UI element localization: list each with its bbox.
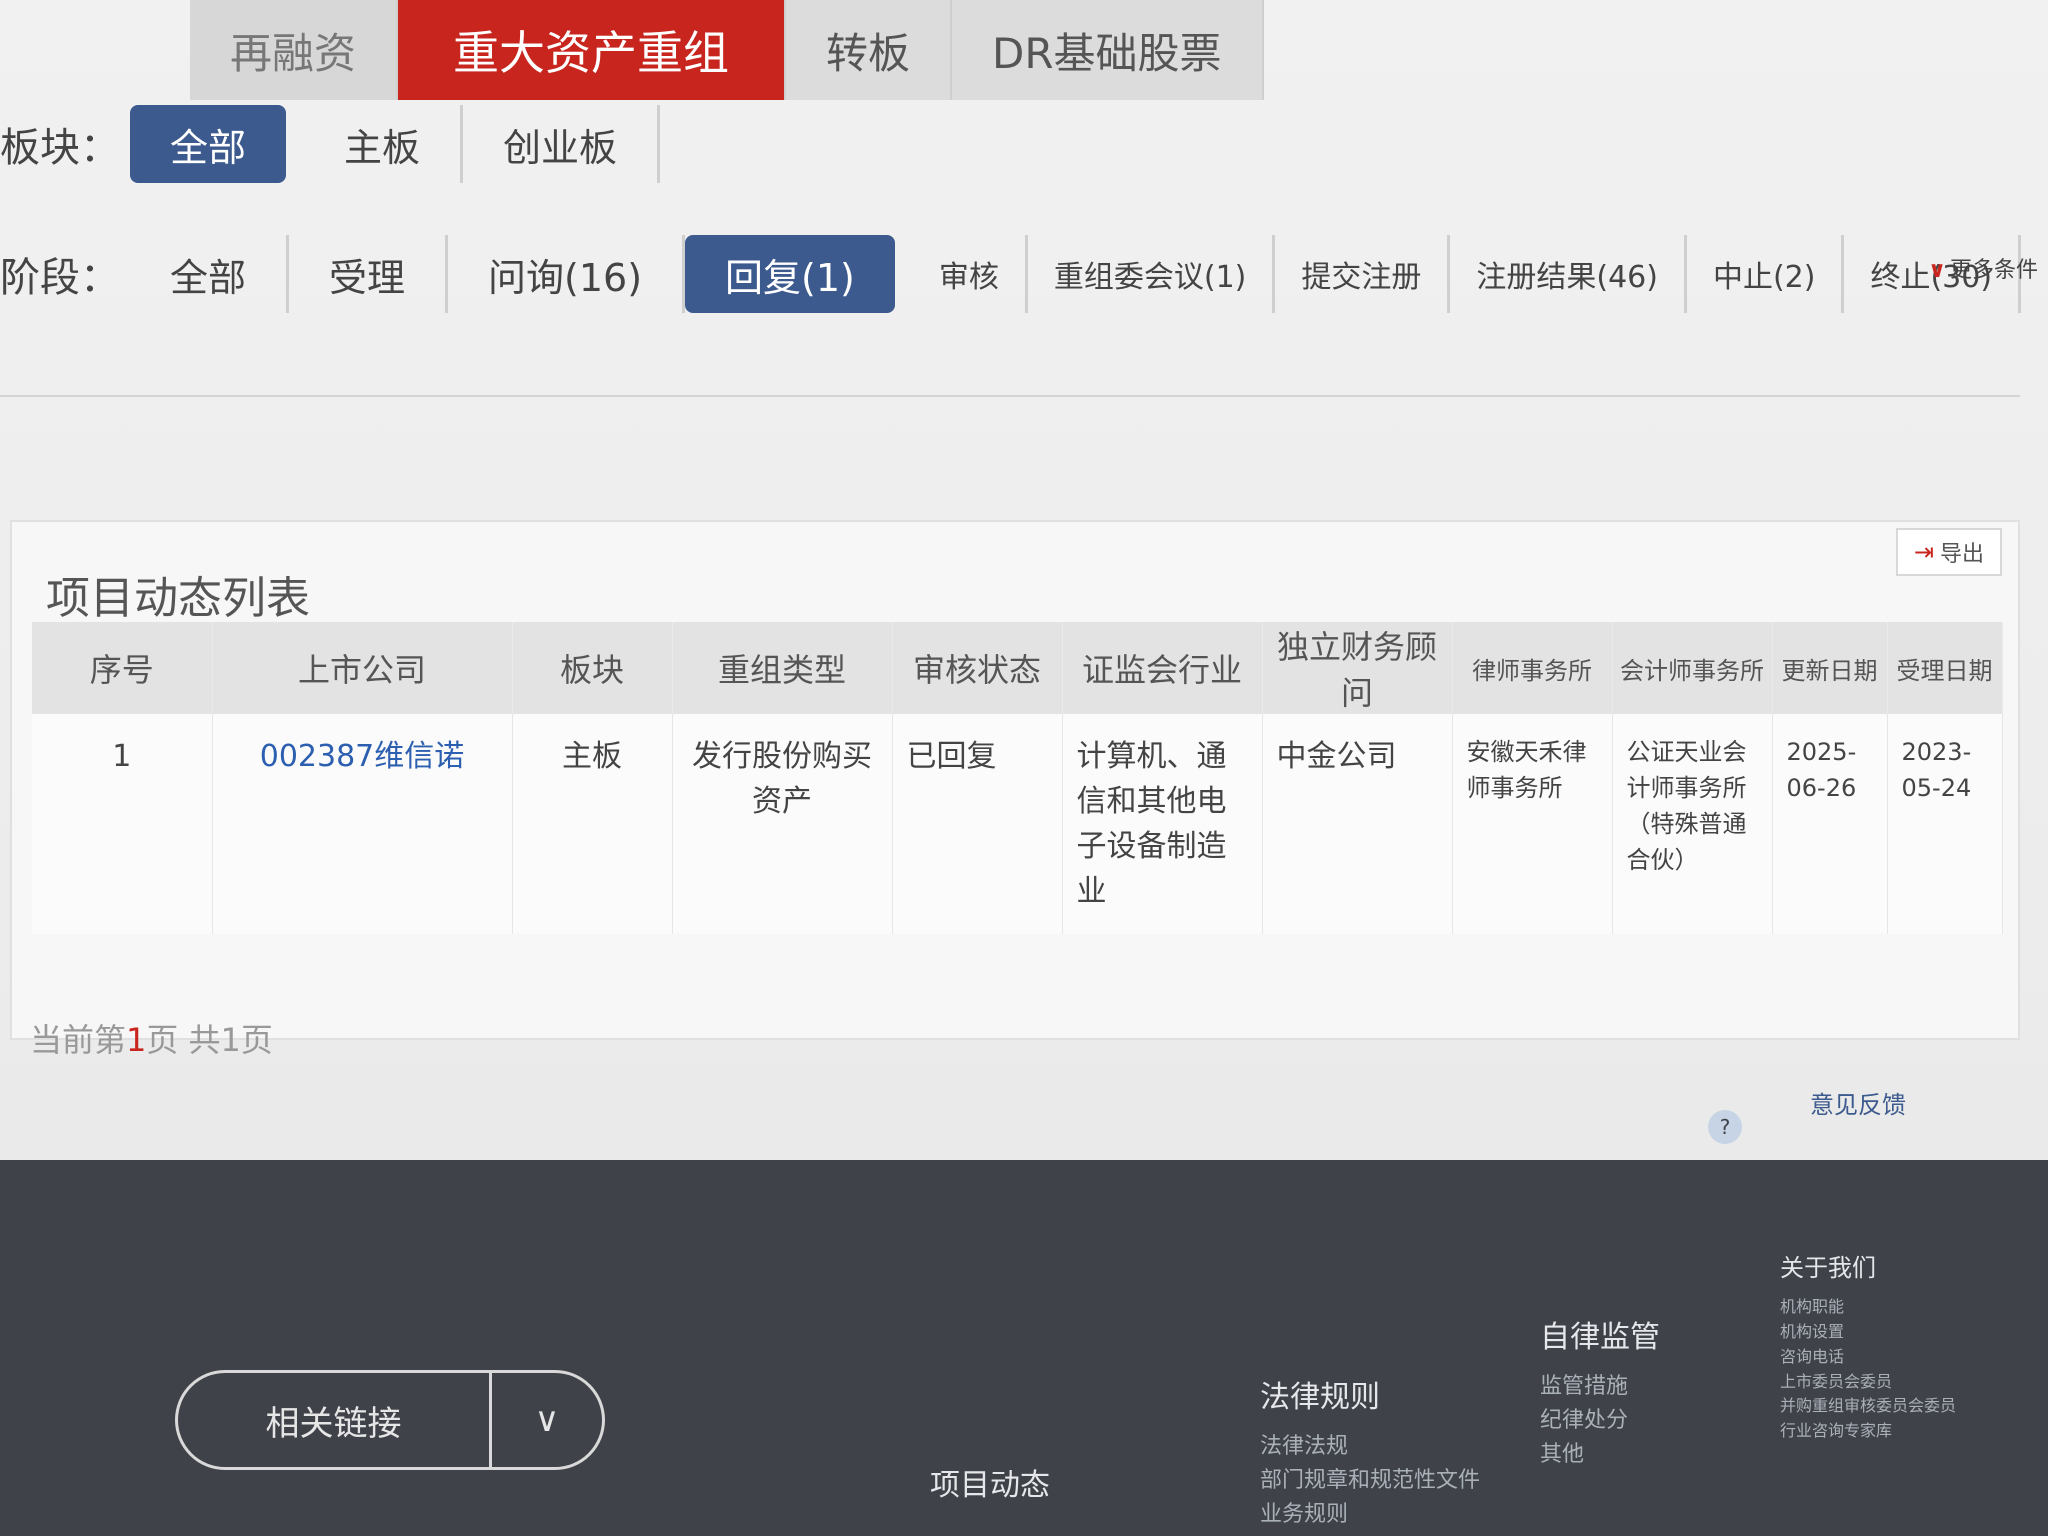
help-icon[interactable]: ?: [1708, 1110, 1742, 1144]
stage-option-registration-result[interactable]: 注册结果(46): [1450, 235, 1687, 313]
footer-law-item[interactable]: 业务规则: [1260, 1498, 1480, 1532]
footer-about-item[interactable]: 机构设置: [1780, 1320, 1956, 1345]
cell-company: 002387维信诺: [212, 714, 513, 934]
tab-board-transfer[interactable]: 转板: [786, 0, 953, 100]
footer-law-item[interactable]: 部门规章和规范性文件: [1260, 1464, 1480, 1498]
project-table: 序号 上市公司 板块 重组类型 审核状态 证监会行业 独立财务顾问 律师事务所 …: [32, 622, 2003, 934]
pager-prefix: 当前第: [30, 1021, 127, 1059]
board-filter-label: 板块：: [0, 125, 120, 171]
footer-project-dynamics[interactable]: 项目动态: [930, 1460, 1050, 1504]
header-law-firm: 律师事务所: [1452, 622, 1613, 714]
cell-type: 发行股份购买资产: [672, 714, 893, 934]
footer-about-item[interactable]: 咨询电话: [1780, 1345, 1956, 1370]
pager: 当前第1页 共1页: [30, 1015, 273, 1061]
header-index: 序号: [32, 622, 213, 714]
stage-option-committee[interactable]: 重组委会议(1): [1028, 235, 1276, 313]
related-links-dropdown[interactable]: 相关链接 ∨: [175, 1370, 605, 1470]
footer-about-item[interactable]: 并购重组审核委员会委员: [1780, 1394, 1956, 1419]
stage-option-suspended[interactable]: 中止(2): [1687, 235, 1845, 313]
stage-option-inquiry[interactable]: 问询(16): [448, 235, 686, 313]
stage-option-all[interactable]: 全部: [130, 235, 290, 313]
tab-dr-stocks[interactable]: DR基础股票: [952, 0, 1264, 100]
page: 再融资 重大资产重组 转板 DR基础股票 板块： 全部 主板 创业板 阶段： 全…: [0, 0, 2048, 1536]
pager-current: 1: [126, 1021, 147, 1059]
header-accepted: 受理日期: [1887, 622, 2003, 714]
footer: 相关链接 ∨ 项目动态 法律规则 法律法规 部门规章和规范性文件 业务规则 自律…: [0, 1160, 2048, 1536]
stage-option-submit-registration[interactable]: 提交注册: [1275, 235, 1451, 313]
company-link[interactable]: 002387维信诺: [260, 739, 465, 774]
table-header-row: 序号 上市公司 板块 重组类型 审核状态 证监会行业 独立财务顾问 律师事务所 …: [32, 622, 2003, 714]
footer-about-item[interactable]: 行业咨询专家库: [1780, 1419, 1956, 1444]
chevron-down-icon: ∨: [1928, 258, 1946, 283]
cell-advisor: 中金公司: [1262, 714, 1453, 934]
cell-board: 主板: [512, 714, 673, 934]
panel-title: 项目动态列表: [46, 573, 310, 624]
project-list-panel: 项目动态列表 ⇥ 导出 序号 上市公司 板块 重组类型 审核状态 证监会行业 独…: [10, 520, 2020, 1040]
cell-industry: 计算机、通信和其他电子设备制造业: [1062, 714, 1263, 934]
related-links-label: 相关链接: [265, 1403, 402, 1444]
cell-status: 已回复: [892, 714, 1063, 934]
footer-about-item[interactable]: 上市委员会委员: [1780, 1370, 1956, 1395]
feedback-link[interactable]: 意见反馈: [1810, 1085, 1906, 1120]
export-label: 导出: [1939, 542, 1984, 567]
board-option-chinext[interactable]: 创业板: [463, 105, 661, 183]
header-board: 板块: [512, 622, 673, 714]
cell-law-firm: 安徽天禾律师事务所: [1452, 714, 1613, 934]
header-type: 重组类型: [672, 622, 893, 714]
chevron-down-icon: ∨: [534, 1400, 560, 1440]
header-updated: 更新日期: [1772, 622, 1888, 714]
footer-law-column: 法律规则 法律法规 部门规章和规范性文件 业务规则: [1260, 1375, 1480, 1532]
pager-suffix: 页 共1页: [146, 1021, 273, 1059]
more-conditions-label: 更多条件: [1949, 258, 2038, 283]
stage-option-review[interactable]: 审核: [913, 235, 1028, 313]
footer-selfreg-column: 自律监管 监管措施 纪律处分 其他: [1540, 1315, 1660, 1472]
tab-refinancing[interactable]: 再融资: [190, 0, 399, 100]
cell-accounting-firm: 公证天业会计师事务所（特殊普通合伙）: [1612, 714, 1773, 934]
footer-about-column: 关于我们 机构职能 机构设置 咨询电话 上市委员会委员 并购重组审核委员会委员 …: [1780, 1250, 1956, 1444]
stage-option-accepted[interactable]: 受理: [289, 235, 449, 313]
footer-selfreg-item[interactable]: 纪律处分: [1540, 1404, 1660, 1438]
footer-about-heading: 关于我们: [1780, 1254, 1876, 1282]
header-status: 审核状态: [892, 622, 1063, 714]
cell-index: 1: [32, 714, 213, 934]
export-button[interactable]: ⇥ 导出: [1895, 528, 2002, 576]
cell-accepted: 2023-05-24: [1887, 714, 2003, 934]
header-accounting-firm: 会计师事务所: [1612, 622, 1773, 714]
stage-filter: 阶段： 全部 受理 问询(16) 回复(1) 审核 重组委会议(1) 提交注册 …: [0, 235, 2022, 313]
footer-selfreg-item[interactable]: 监管措施: [1540, 1370, 1660, 1404]
board-filter: 板块： 全部 主板 创业板: [0, 105, 661, 183]
table-row: 1 002387维信诺 主板 发行股份购买资产 已回复 计算机、通信和其他电子设…: [32, 714, 2003, 934]
header-advisor: 独立财务顾问: [1262, 622, 1453, 714]
export-icon: ⇥: [1913, 538, 1934, 566]
board-option-main[interactable]: 主板: [304, 105, 464, 183]
board-option-all[interactable]: 全部: [130, 105, 287, 183]
footer-selfreg-item[interactable]: 其他: [1540, 1438, 1660, 1472]
footer-law-heading: 法律规则: [1260, 1380, 1380, 1415]
footer-about-item[interactable]: 机构职能: [1780, 1295, 1956, 1320]
tab-major-restructuring[interactable]: 重大资产重组: [398, 0, 787, 100]
divider: [0, 395, 2020, 397]
header-industry: 证监会行业: [1062, 622, 1263, 714]
cell-updated: 2025-06-26: [1772, 714, 1888, 934]
top-tabs: 再融资 重大资产重组 转板 DR基础股票: [190, 0, 1264, 110]
more-conditions-link[interactable]: ∨ 更多条件: [1928, 252, 2038, 284]
header-company: 上市公司: [212, 622, 513, 714]
stage-option-reply[interactable]: 回复(1): [685, 235, 895, 313]
stage-filter-label: 阶段：: [0, 255, 120, 301]
footer-selfreg-heading: 自律监管: [1540, 1320, 1660, 1355]
footer-law-item[interactable]: 法律法规: [1260, 1430, 1480, 1464]
